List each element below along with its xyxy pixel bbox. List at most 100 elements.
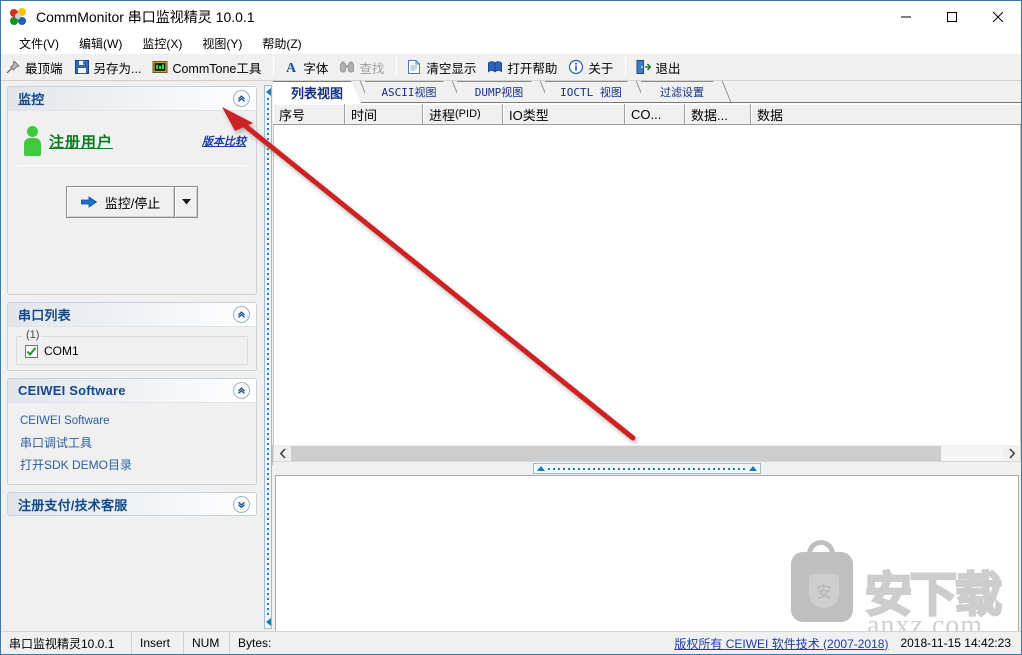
- user-icon: [24, 126, 41, 156]
- close-button[interactable]: [975, 1, 1021, 32]
- port-list-item[interactable]: COM1: [25, 344, 239, 358]
- list-column-header: 序号 时间 进程 (PID) IO类型 CO... 数据... 数据: [273, 103, 1021, 125]
- splitter-dots: [548, 467, 746, 470]
- column-label-suffix: (PID): [455, 108, 481, 120]
- detail-pane[interactable]: [275, 475, 1019, 633]
- sidebar-panel-ceiwei: CEIWEI Software CEIWEI Software 串口调试工具 打…: [7, 378, 257, 485]
- column-header-seq[interactable]: 序号: [273, 104, 345, 124]
- column-header-data[interactable]: 数据: [751, 104, 1021, 124]
- chevron-up-icon[interactable]: [233, 306, 250, 323]
- panel-header-monitor[interactable]: 监控: [7, 86, 257, 110]
- scrollbar-track[interactable]: [291, 445, 1003, 461]
- collapse-left-arrow-icon[interactable]: [265, 88, 271, 96]
- panel-header-ports[interactable]: 串口列表: [7, 302, 257, 326]
- register-user-link[interactable]: 注册用户: [49, 131, 113, 152]
- toolbar-label: 另存为...: [93, 61, 142, 76]
- toolbar-find-button[interactable]: 查找: [335, 56, 391, 79]
- font-a-icon: A: [283, 59, 299, 76]
- panel-title: CEIWEI Software: [18, 383, 126, 398]
- horizontal-scrollbar[interactable]: [273, 445, 1021, 462]
- column-header-com[interactable]: CO...: [625, 104, 685, 124]
- toolbar-saveas-button[interactable]: 另存为...: [70, 56, 149, 79]
- column-label: 进程: [429, 107, 456, 123]
- sidebar-panel-monitor: 监控 注册用户 版本比较 监控/停止: [7, 86, 257, 295]
- chevron-up-icon[interactable]: [233, 382, 250, 399]
- horizontal-splitter[interactable]: [273, 462, 1021, 475]
- collapse-up-arrow-icon[interactable]: [537, 466, 545, 471]
- toolbar-label: 最顶端: [25, 61, 63, 76]
- vertical-splitter[interactable]: [263, 83, 273, 631]
- link-open-sdk-demo[interactable]: 打开SDK DEMO目录: [8, 454, 256, 476]
- toolbar-label: 打开帮助: [507, 61, 558, 76]
- status-bar: 串口监视精灵10.0.1 Insert NUM Bytes: 版权所有 CEIW…: [1, 631, 1021, 654]
- monitor-button-label: 监控/停止: [104, 195, 161, 211]
- window-controls: [883, 1, 1021, 32]
- info-icon: [568, 59, 584, 75]
- chevron-down-icon[interactable]: [233, 495, 250, 513]
- monitor-icon: [152, 59, 168, 75]
- monitor-start-stop-button[interactable]: 监控/停止: [65, 186, 176, 218]
- list-view-body[interactable]: [273, 125, 1021, 445]
- menu-file[interactable]: 文件(V): [9, 33, 69, 54]
- toolbar-help-button[interactable]: 打开帮助: [483, 56, 564, 79]
- status-copyright-link[interactable]: 版权所有 CEIWEI 软件技术 (2007-2018): [674, 635, 894, 652]
- panel-body-ports: (1) COM1: [7, 326, 257, 371]
- splitter-grip[interactable]: [264, 85, 272, 629]
- column-label: CO...: [631, 106, 662, 122]
- tab-dump-view[interactable]: DUMP视图: [457, 81, 541, 102]
- book-icon: [487, 59, 503, 75]
- clear-icon: [406, 59, 422, 75]
- toolbar-label: 字体: [303, 61, 329, 76]
- menu-help[interactable]: 帮助(Z): [252, 33, 311, 54]
- column-header-time[interactable]: 时间: [345, 104, 423, 124]
- column-label: 序号: [279, 107, 306, 123]
- tab-label: 列表视图: [290, 86, 343, 101]
- sidebar-panel-support: 注册支付/技术客服: [7, 492, 257, 516]
- toolbar-clear-button[interactable]: 清空显示: [402, 56, 483, 79]
- tab-filter-settings[interactable]: 过滤设置: [641, 81, 723, 102]
- application-window: CommMonitor 串口监视精灵 10.0.1 文件(V) 编辑(W) 监控…: [0, 0, 1022, 655]
- menu-edit[interactable]: 编辑(W): [69, 33, 132, 54]
- link-ceiwei-software[interactable]: CEIWEI Software: [8, 410, 256, 432]
- port-checkbox[interactable]: [25, 344, 38, 358]
- splitter-grip[interactable]: [533, 463, 761, 474]
- scroll-left-arrow-icon[interactable]: [274, 445, 291, 461]
- minimize-button[interactable]: [883, 1, 929, 32]
- port-group: (1) COM1: [16, 329, 248, 365]
- flower-icon: [10, 7, 28, 26]
- monitor-dropdown-button[interactable]: [174, 186, 199, 218]
- scrollbar-thumb[interactable]: [291, 445, 941, 461]
- pin-icon: [5, 59, 21, 75]
- panel-header-support[interactable]: 注册支付/技术客服: [7, 492, 257, 516]
- menu-view[interactable]: 视图(Y): [192, 33, 252, 54]
- collapse-up-arrow-icon[interactable]: [749, 466, 757, 471]
- column-header-io-type[interactable]: IO类型: [503, 104, 625, 124]
- toolbar-font-button[interactable]: A 字体: [279, 56, 335, 79]
- tab-label: ASCII视图: [381, 86, 437, 99]
- scroll-right-arrow-icon[interactable]: [1003, 445, 1020, 461]
- toolbar-separator: [396, 57, 398, 77]
- tab-strip: 列表视图 ASCII视图 DUMP视图 IOCTL 视图 过滤设置: [273, 81, 1021, 103]
- collapse-left-arrow-icon[interactable]: [265, 618, 271, 626]
- panel-header-ceiwei[interactable]: CEIWEI Software: [7, 378, 257, 402]
- tab-list-view[interactable]: 列表视图: [273, 81, 361, 103]
- binoculars-icon: [339, 59, 355, 75]
- toolbar-topmost-button[interactable]: 最顶端: [1, 56, 70, 79]
- toolbar-exit-button[interactable]: 退出: [631, 56, 687, 79]
- tab-ioctl-view[interactable]: IOCTL 视图: [545, 81, 637, 102]
- menu-monitor[interactable]: 监控(X): [132, 33, 192, 54]
- panel-title: 串口列表: [18, 308, 71, 323]
- port-label: COM1: [44, 344, 79, 358]
- toolbar-about-button[interactable]: 关于: [564, 56, 620, 79]
- exit-icon: [635, 59, 652, 75]
- tab-ascii-view[interactable]: ASCII视图: [365, 81, 453, 102]
- column-header-process[interactable]: 进程 (PID): [423, 104, 503, 124]
- column-label: 数据...: [691, 107, 728, 123]
- link-serial-debug-tool[interactable]: 串口调试工具: [8, 432, 256, 454]
- chevron-up-icon[interactable]: [233, 90, 250, 107]
- toolbar-commtone-button[interactable]: CommTone工具: [148, 56, 268, 79]
- column-header-data-size[interactable]: 数据...: [685, 104, 751, 124]
- maximize-button[interactable]: [929, 1, 975, 32]
- version-compare-link[interactable]: 版本比较: [202, 133, 246, 149]
- status-bytes: Bytes:: [229, 631, 329, 654]
